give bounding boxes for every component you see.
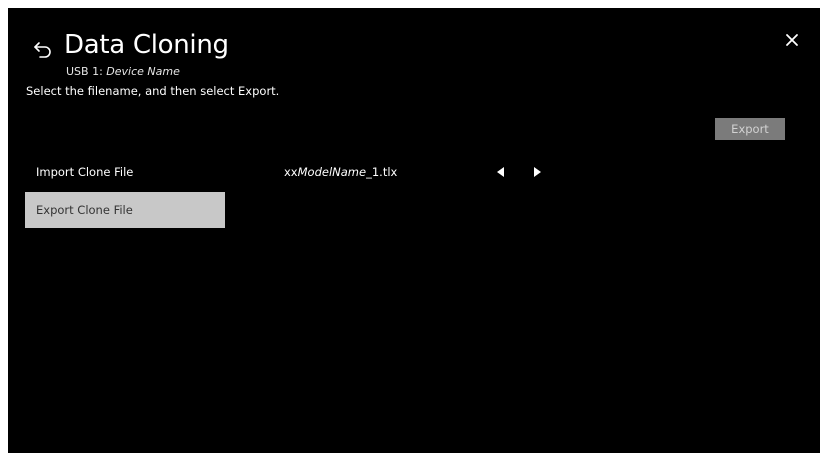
device-name: Device Name (106, 65, 180, 78)
close-icon[interactable] (784, 32, 800, 48)
menu-item-export-clone-file[interactable]: Export Clone File (25, 192, 225, 228)
instruction-text: Select the filename, and then select Exp… (26, 84, 280, 98)
export-button[interactable]: Export (715, 118, 785, 140)
triangle-left-icon[interactable] (495, 166, 507, 178)
device-label: USB 1: Device Name (66, 65, 180, 78)
device-prefix: USB 1: (66, 65, 107, 78)
menu-item-import-clone-file[interactable]: Import Clone File (25, 154, 225, 190)
filename-prefix: xx (284, 165, 298, 179)
triangle-right-icon[interactable] (531, 166, 543, 178)
filename-suffix: _1.tlx (366, 165, 398, 179)
filename-value: xxModelName_1.tlx (284, 165, 397, 179)
data-cloning-screen: Data Cloning USB 1: Device Name Select t… (8, 8, 820, 453)
page-title: Data Cloning (64, 30, 229, 60)
back-arrow-icon[interactable] (31, 36, 57, 62)
filename-model: ModelName (297, 165, 367, 179)
